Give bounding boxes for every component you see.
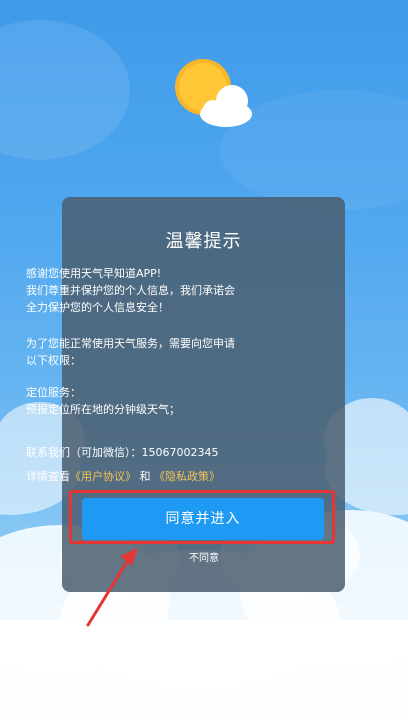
service-text: 定位服务： 预报定位所在地的分钟级天气； <box>26 384 262 418</box>
agree-and-enter-button[interactable]: 同意并进入 <box>82 498 324 540</box>
permission-text: 为了您能正常使用天气服务，需要向您申请 以下权限： <box>26 335 262 369</box>
disagree-button[interactable]: 不同意 <box>160 549 248 564</box>
contact-line: 联系我们（可加微信）：15067002345 <box>26 446 219 459</box>
permission-line: 为了您能正常使用天气服务，需要向您申请 <box>26 337 235 350</box>
service-line: 预报定位所在地的分钟级天气； <box>26 403 180 416</box>
intro-line: 全力保护您的个人信息安全！ <box>26 301 169 314</box>
user-agreement-link[interactable]: 《用户协议》 <box>70 470 136 483</box>
details-line: 详情查看《用户协议》 和 《隐私政策》 <box>26 468 262 485</box>
intro-text: 感谢您使用天气早知道APP! 我们尊重并保护您的个人信息，我们承诺会 全力保护您… <box>26 265 262 316</box>
contact-text: 联系我们（可加微信）：15067002345 <box>26 444 262 461</box>
intro-line: 我们尊重并保护您的个人信息，我们承诺会 <box>26 284 235 297</box>
intro-line: 感谢您使用天气早知道APP! <box>26 267 162 280</box>
details-text: 详情查看《用户协议》 和 《隐私政策》 <box>26 468 262 485</box>
and-text: 和 <box>139 470 151 483</box>
dialog-title: 温馨提示 <box>165 231 242 252</box>
permission-line: 以下权限： <box>26 354 81 367</box>
sun-behind-cloud-icon <box>175 59 252 127</box>
details-prefix: 详情查看 <box>26 470 70 483</box>
service-line: 定位服务： <box>26 386 81 399</box>
privacy-policy-link[interactable]: 《隐私政策》 <box>154 470 220 483</box>
